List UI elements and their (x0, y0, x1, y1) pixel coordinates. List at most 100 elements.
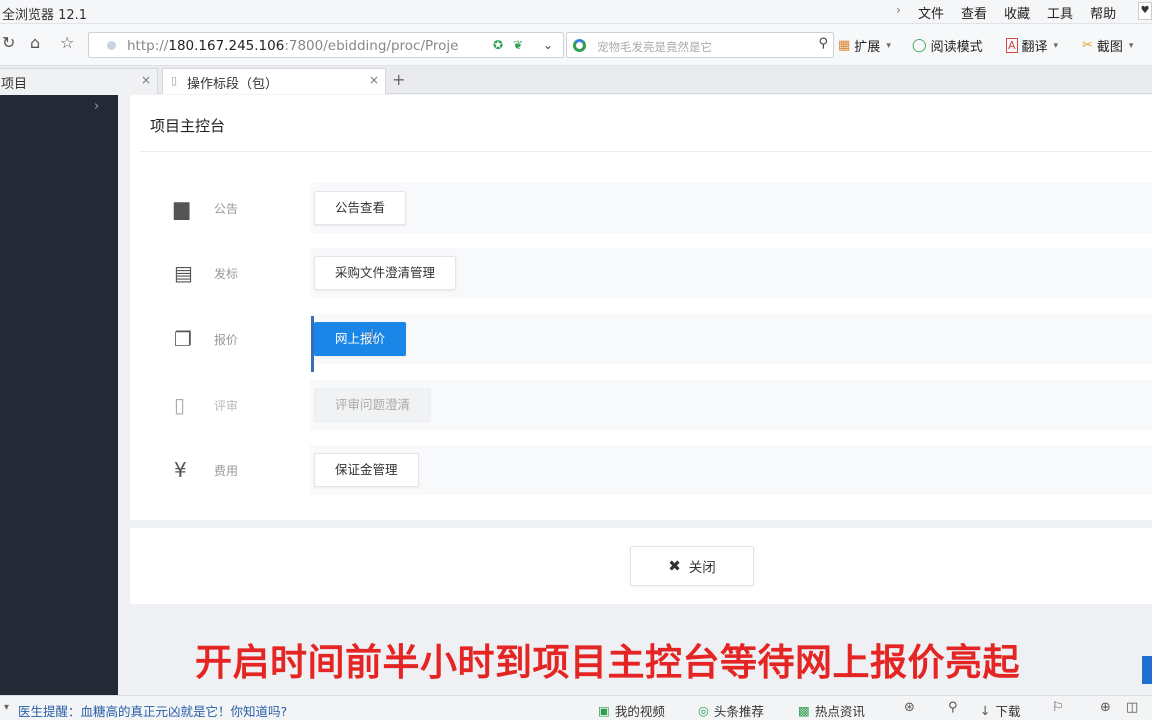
row-background (310, 183, 1152, 233)
menu-file[interactable]: 文件 (918, 3, 944, 22)
row-label: 评审 (214, 399, 239, 413)
video-caption: 开启时间前半小时到项目主控台等待网上报价亮起 (195, 641, 1020, 684)
translate-button[interactable]: A 翻译 ▾ (1006, 36, 1062, 55)
tablet-icon: ▯ (174, 393, 186, 417)
online-quotation-button[interactable]: 网上报价 (314, 322, 407, 356)
star-icon[interactable]: ☆ (60, 33, 74, 52)
tab-label: 项目 (1, 77, 28, 92)
hand-cursor-icon: ☝ (364, 326, 375, 347)
url-text[interactable]: http://180.167.245.106:7800/ebidding/pro… (127, 38, 477, 54)
search-engine-icon[interactable] (573, 39, 586, 52)
procurement-clarification-button[interactable]: 采购文件澄清管理 (314, 256, 457, 290)
tab-label: 操作标段（包） (187, 77, 279, 92)
menu-favorites[interactable]: 收藏 (1004, 3, 1030, 22)
scissors-icon: ✂ (1082, 38, 1093, 53)
hot-news-label: 热点资讯 (814, 704, 865, 719)
screenshot-label: 截图 (1096, 40, 1123, 55)
console-row-quotation: ❐ 报价 网上报价 ☝ (130, 314, 1152, 372)
hot-icon: ▩ (798, 703, 810, 718)
tab-project[interactable]: 项目 × (0, 68, 158, 94)
page-icon: ▯ (171, 74, 178, 87)
close-button[interactable]: ✖ 关闭 (630, 546, 754, 586)
deposit-management-button[interactable]: 保证金管理 (314, 453, 419, 487)
dropdown-icon[interactable]: ▾ (4, 702, 9, 713)
reading-mode-button[interactable]: ◯ 阅读模式 (912, 36, 983, 55)
top-news-link[interactable]: ◎ 头条推荐 (698, 701, 764, 720)
console-panel: 项目主控台 ▆ 公告 公告查看 ▤ 发标 采购文件澄清管理 ❐ 报价 网上报价 … (130, 95, 1152, 520)
tab-operate-section[interactable]: ▯ 操作标段（包） × (162, 68, 386, 94)
row-background (310, 314, 1152, 364)
site-info-icon[interactable] (107, 41, 116, 50)
row-background (310, 445, 1152, 495)
top-news-label: 头条推荐 (713, 704, 764, 719)
secure-icon[interactable]: ✪ (493, 38, 503, 52)
row-label: 发标 (214, 267, 239, 281)
my-videos-link[interactable]: ▣ 我的视频 (598, 701, 665, 720)
search-box[interactable]: 宠物毛发亮是竟然是它 ⚲ (566, 32, 834, 58)
left-sidebar: › (0, 95, 118, 695)
pin-icon[interactable]: ⚲ (948, 700, 958, 715)
status-bar: ▾ 医生提醒：血糖高的真正元凶就是它！你知道吗? ▣ 我的视频 ◎ 头条推荐 ▩ 热点… (0, 695, 1152, 720)
main-content: 项目主控台 ▆ 公告 公告查看 ▤ 发标 采购文件澄清管理 ❐ 报价 网上报价 … (118, 95, 1152, 695)
console-row-bid-issue: ▤ 发标 采购文件澄清管理 (130, 248, 1152, 298)
close-tab-icon[interactable]: × (369, 73, 379, 87)
translate-icon: A (1006, 38, 1018, 53)
heart-icon[interactable]: ♥ (1138, 2, 1152, 20)
menu-view[interactable]: 查看 (961, 3, 987, 22)
close-label: 关闭 (688, 560, 716, 576)
console-row-review: ▯ 评审 评审问题澄清 (130, 380, 1152, 430)
dropdown-icon: ▾ (1053, 40, 1059, 51)
extensions-button[interactable]: ▦ 扩展 ▾ (838, 36, 895, 55)
flag-icon[interactable]: ⚐ (1052, 700, 1064, 715)
copy-icon: ❐ (174, 327, 192, 351)
yen-icon: ¥ (174, 458, 187, 482)
download-label: 下载 (995, 704, 1021, 719)
hot-news-link[interactable]: ▩ 热点资讯 (798, 701, 865, 720)
row-label: 公告 (214, 202, 239, 216)
extensions-label: 扩展 (854, 40, 881, 55)
news-icon: ◎ (698, 703, 709, 718)
zoom-icon[interactable]: ⊕ (1100, 700, 1111, 715)
reading-mode-label: 阅读模式 (930, 40, 983, 55)
divider (140, 151, 1152, 152)
browser-titlebar: 全浏览器 12.1 › 文件 查看 收藏 工具 帮助 ♥ (0, 0, 1152, 24)
close-icon: ✖ (668, 557, 681, 575)
notification-tab[interactable] (1142, 656, 1152, 684)
dropdown-icon: ▾ (886, 40, 891, 51)
leaf-icon[interactable]: ❦ (513, 38, 523, 52)
footer-panel: ✖ 关闭 (130, 528, 1152, 604)
screenshot-button[interactable]: ✂ 截图 ▾ (1082, 36, 1137, 55)
row-label: 费用 (214, 464, 239, 478)
new-tab-icon[interactable]: + (392, 70, 405, 89)
chevron-down-icon[interactable]: ⌄ (543, 38, 553, 52)
row-label: 报价 (214, 333, 239, 347)
video-icon: ▣ (598, 703, 610, 718)
app-title: 全浏览器 12.1 (2, 8, 88, 23)
view-announcement-button[interactable]: 公告查看 (314, 191, 407, 225)
search-icon[interactable]: ⚲ (818, 36, 828, 51)
close-tab-icon[interactable]: × (141, 73, 151, 87)
menu-tools[interactable]: 工具 (1047, 3, 1073, 22)
reading-icon: ◯ (912, 38, 927, 53)
window-icon[interactable]: ◫ (1126, 700, 1138, 715)
address-bar[interactable]: http://180.167.245.106:7800/ebidding/pro… (88, 32, 564, 58)
puzzle-icon: ▦ (838, 38, 851, 53)
search-input[interactable]: 宠物毛发亮是竟然是它 (597, 39, 712, 55)
refresh-icon[interactable]: ↻ (2, 33, 15, 52)
translate-label: 翻译 (1021, 40, 1048, 55)
my-videos-label: 我的视频 (614, 704, 665, 719)
review-clarification-button[interactable]: 评审问题澄清 (314, 388, 432, 422)
menu-bar: 文件 查看 收藏 工具 帮助 (918, 3, 1133, 22)
row-background (310, 380, 1152, 430)
sync-icon[interactable]: ⊛ (904, 700, 915, 715)
bid-document-icon: ▤ (174, 261, 193, 285)
download-button[interactable]: ↓ 下载 (980, 701, 1021, 720)
tab-strip: 项目 × ▯ 操作标段（包） × + (0, 66, 1152, 94)
news-ticker[interactable]: 医生提醒：血糖高的真正元凶就是它！你知道吗? (18, 701, 287, 720)
document-icon: ▆ (174, 196, 190, 220)
expand-sidebar-icon[interactable]: › (94, 99, 99, 114)
home-icon[interactable]: ⌂ (30, 33, 40, 52)
menu-help[interactable]: 帮助 (1090, 3, 1116, 22)
download-icon: ↓ (980, 703, 991, 718)
chevron-right-icon[interactable]: › (896, 3, 901, 17)
